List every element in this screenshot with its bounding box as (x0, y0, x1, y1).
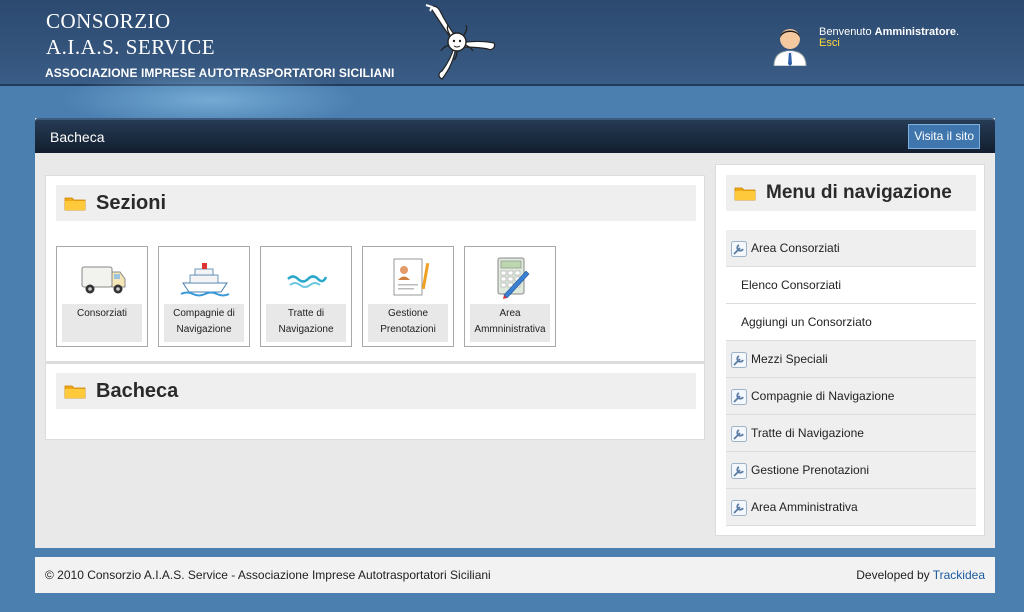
welcome-message: Benvenuto Amministratore. (819, 27, 959, 38)
nav-item-label: Mezzi Speciali (751, 352, 828, 366)
wrench-icon (731, 500, 747, 516)
user-name: Amministratore (874, 26, 956, 38)
nav-menu-header: Menu di navigazione (726, 175, 976, 211)
sections-heading: Sezioni (96, 192, 167, 214)
wrench-icon (731, 426, 747, 442)
tile-label: Tratte di Navigazione (266, 304, 346, 342)
copyright-text: © 2010 Consorzio A.I.A.S. Service - Asso… (45, 568, 491, 582)
user-avatar-icon (773, 29, 807, 66)
panel-title: Bacheca (50, 129, 105, 145)
board-header: Bacheca (56, 373, 696, 409)
nav-item-label: Gestione Prenotazioni (751, 463, 870, 477)
nav-item-label: Elenco Consorziati (741, 278, 842, 292)
tile-label: Consorziati (62, 304, 142, 342)
site-footer: © 2010 Consorzio A.I.A.S. Service - Asso… (35, 557, 995, 593)
nav-item-aggiungi-consorziato[interactable]: Aggiungi un Consorziato (726, 304, 976, 341)
nav-item-area-amministrativa[interactable]: Area Amministrativa (726, 489, 976, 526)
developed-by-text: Developed by (856, 568, 933, 582)
folder-icon (734, 187, 756, 201)
wrench-icon (731, 352, 747, 368)
sections-box: Sezioni Consorziati Compagnie di Navigaz… (45, 175, 705, 362)
nav-item-gestione-prenotazioni[interactable]: Gestione Prenotazioni (726, 452, 976, 489)
tile-gestione-prenotazioni[interactable]: Gestione Prenotazioni (362, 246, 454, 347)
nav-menu-heading: Menu di navigazione (766, 182, 952, 203)
tile-consorziati[interactable]: Consorziati (56, 246, 148, 347)
nav-item-area-consorziati[interactable]: Area Consorziati (726, 230, 976, 267)
brand-title-line1: CONSORZIO (46, 9, 171, 33)
wrench-icon (731, 463, 747, 479)
visit-site-button[interactable]: Visita il sito (908, 124, 980, 149)
logout-link[interactable]: Esci (819, 38, 840, 49)
nav-item-label: Aggiungi un Consorziato (741, 315, 872, 329)
truck-icon (81, 266, 126, 294)
folder-icon (64, 385, 86, 399)
trinacria-logo-icon (425, 4, 496, 80)
nav-item-mezzi-speciali[interactable]: Mezzi Speciali (726, 341, 976, 378)
nav-item-tratte-navigazione[interactable]: Tratte di Navigazione (726, 415, 976, 452)
nav-item-elenco-consorziati[interactable]: Elenco Consorziati (726, 267, 976, 304)
panel-title-bar: Bacheca Visita il sito (35, 118, 995, 153)
tile-label: Compagnie di Navigazione (164, 304, 244, 342)
board-box: Bacheca (45, 362, 705, 440)
wrench-icon (731, 389, 747, 405)
board-heading: Bacheca (96, 380, 179, 402)
brand-title-line2: A.I.A.S. SERVICE (46, 35, 216, 59)
navigation-menu: Menu di navigazione Area Consorziati Ele… (715, 164, 985, 536)
waves-icon (287, 275, 328, 288)
developer-link[interactable]: Trackidea (933, 568, 985, 582)
calculator-icon (497, 257, 530, 299)
dashboard-panel: Bacheca Visita il sito Sezioni Consorzia… (35, 118, 995, 548)
tile-compagnie-navigazione[interactable]: Compagnie di Navigazione (158, 246, 250, 347)
nav-item-compagnie-navigazione[interactable]: Compagnie di Navigazione (726, 378, 976, 415)
sections-header: Sezioni (56, 185, 696, 221)
tile-area-amministrativa[interactable]: Area Ammninistrativa (464, 246, 556, 347)
nav-item-label: Tratte di Navigazione (751, 426, 864, 440)
nav-item-label: Area Amministrativa (751, 500, 858, 514)
tile-label: Gestione Prenotazioni (368, 304, 448, 342)
folder-icon (64, 197, 86, 211)
ship-icon (180, 263, 230, 297)
welcome-suffix: . (955, 26, 960, 38)
document-user-icon (393, 258, 430, 296)
tile-tratte-navigazione[interactable]: Tratte di Navigazione (260, 246, 352, 347)
developer-credit: Developed by Trackidea (856, 568, 985, 582)
wrench-icon (731, 241, 747, 257)
nav-item-label: Area Consorziati (751, 241, 840, 255)
nav-item-label: Compagnie di Navigazione (751, 389, 895, 403)
tile-label: Area Ammninistrativa (470, 304, 550, 342)
